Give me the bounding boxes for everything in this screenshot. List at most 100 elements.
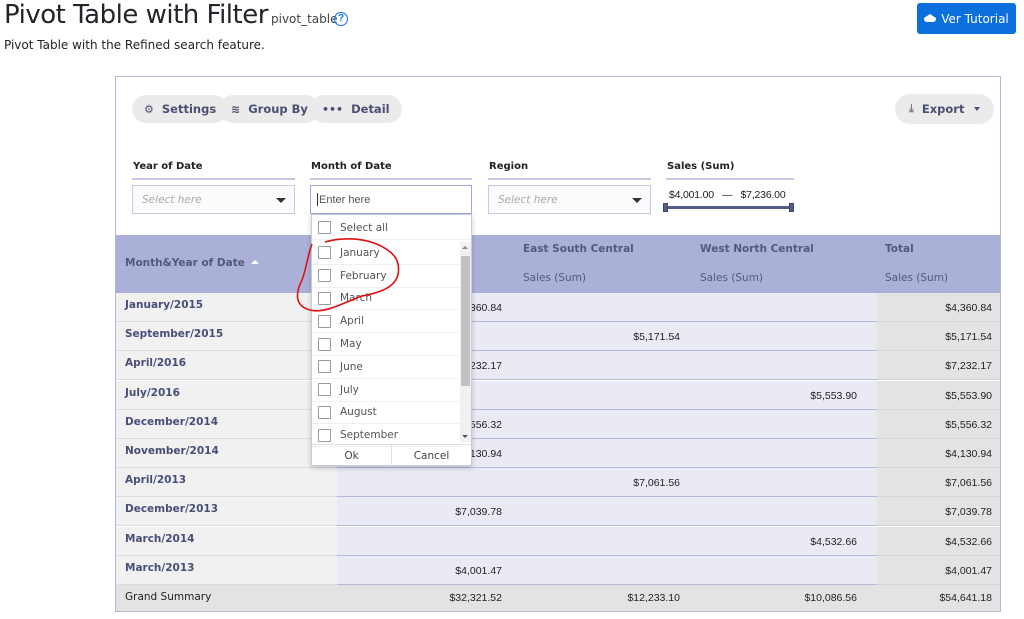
column-measure-east-south-central: Sales (Sum) bbox=[523, 272, 587, 284]
region-filter-placeholder: Select here bbox=[498, 193, 558, 206]
total-cell: $5,556.32 bbox=[877, 410, 1000, 439]
month-option-label: January bbox=[340, 246, 380, 259]
layers-icon: ≋ bbox=[231, 102, 241, 116]
month-option-label: September bbox=[340, 429, 399, 442]
total-cell: $5,553.90 bbox=[877, 381, 1000, 410]
detail-button[interactable]: ••• Detail bbox=[310, 95, 402, 123]
row-header-cell[interactable]: March/2013 bbox=[116, 556, 337, 585]
total-cell: $7,061.56 bbox=[877, 468, 1000, 497]
grand-summary-region-1: $32,321.52 bbox=[449, 592, 502, 604]
sales-range-separator: — bbox=[722, 189, 733, 201]
scrollbar-thumb[interactable] bbox=[461, 256, 470, 386]
month-option[interactable]: August bbox=[312, 402, 460, 425]
month-option-label: June bbox=[340, 360, 363, 373]
select-all-label: Select all bbox=[340, 221, 388, 234]
row-header-cell[interactable]: December/2013 bbox=[116, 497, 337, 526]
tutorial-button[interactable]: Ver Tutorial bbox=[917, 3, 1016, 34]
select-all-option[interactable]: Select all bbox=[312, 217, 471, 240]
sales-range-max: $7,236.00 bbox=[740, 189, 786, 201]
row-header-cell[interactable]: March/2014 bbox=[116, 527, 337, 556]
row-header-cell[interactable]: January/2015 bbox=[116, 293, 337, 322]
checkbox[interactable] bbox=[318, 246, 331, 260]
settings-button[interactable]: ⚙ Settings bbox=[132, 95, 229, 123]
settings-label: Settings bbox=[161, 102, 217, 116]
column-measure-west-north-central: Sales (Sum) bbox=[700, 272, 764, 284]
row-header-sort[interactable]: Month&Year of Date bbox=[125, 257, 259, 269]
gears-icon: ⚙ bbox=[144, 102, 154, 116]
text-cursor bbox=[317, 193, 318, 206]
row-header-cell[interactable]: April/2013 bbox=[116, 468, 337, 497]
month-option[interactable]: July bbox=[312, 379, 460, 402]
caret-down-icon bbox=[632, 198, 642, 203]
group-by-label: Group By bbox=[248, 102, 308, 116]
month-filter-dropdown: Select all January February March April May J… bbox=[311, 214, 472, 466]
month-option-label: April bbox=[340, 315, 364, 328]
month-option-label: July bbox=[340, 383, 359, 396]
export-label: Export bbox=[921, 102, 965, 116]
checkbox[interactable] bbox=[318, 405, 331, 419]
row-header-cell[interactable]: April/2016 bbox=[116, 351, 337, 380]
year-filter-select[interactable]: Select here bbox=[132, 185, 295, 214]
month-option[interactable]: June bbox=[312, 356, 460, 379]
data-cell: $4,532.66 bbox=[810, 536, 857, 548]
row-header-cell[interactable]: September/2015 bbox=[116, 322, 337, 351]
table-row: $4,001.47 bbox=[337, 556, 877, 585]
total-cell: $4,130.94 bbox=[877, 439, 1000, 468]
tutorial-button-label: Ver Tutorial bbox=[941, 11, 1009, 26]
month-option[interactable]: May bbox=[312, 333, 460, 356]
column-header-total[interactable]: Total bbox=[885, 243, 914, 255]
checkbox[interactable] bbox=[318, 428, 331, 442]
checkbox[interactable] bbox=[318, 269, 331, 283]
month-option-label: March bbox=[340, 292, 373, 305]
month-filter-placeholder: Enter here bbox=[319, 193, 371, 206]
grand-summary-east-south-central: $12,233.10 bbox=[627, 592, 680, 604]
sales-range-min-handle[interactable] bbox=[663, 203, 668, 212]
table-row: $7,061.56 bbox=[337, 468, 877, 497]
group-by-button[interactable]: ≋ Group By bbox=[219, 95, 320, 123]
scroll-down-icon[interactable] bbox=[462, 435, 468, 438]
question-circle-icon[interactable]: ? bbox=[334, 12, 348, 26]
checkbox[interactable] bbox=[318, 314, 331, 328]
month-option-label: February bbox=[340, 269, 387, 282]
data-cell: $7,061.56 bbox=[633, 477, 680, 489]
sales-range-min: $4,001.00 bbox=[669, 189, 714, 201]
scroll-up-icon[interactable] bbox=[462, 246, 468, 249]
page-subname: pivot_table bbox=[271, 12, 338, 26]
total-value: $5,171.54 bbox=[945, 331, 992, 343]
column-header-east-south-central[interactable]: East South Central bbox=[523, 243, 634, 255]
column-header-west-north-central[interactable]: West North Central bbox=[700, 243, 814, 255]
sales-range-max-handle[interactable] bbox=[789, 203, 794, 212]
region-filter-underline bbox=[488, 178, 651, 180]
month-filter-input[interactable]: Enter here bbox=[310, 185, 472, 214]
row-header-cell[interactable]: December/2014 bbox=[116, 410, 337, 439]
month-option[interactable]: February bbox=[312, 265, 460, 288]
download-icon: ⤓ bbox=[909, 102, 914, 115]
row-header-cell[interactable]: November/2014 bbox=[116, 439, 337, 468]
sales-range-slider[interactable] bbox=[666, 206, 792, 209]
checkbox[interactable] bbox=[318, 383, 331, 397]
month-option[interactable]: January bbox=[312, 242, 460, 265]
sales-filter-label: Sales (Sum) bbox=[667, 161, 735, 172]
total-cell: $4,001.47 bbox=[877, 556, 1000, 585]
checkbox[interactable] bbox=[318, 291, 331, 305]
year-filter-label: Year of Date bbox=[133, 161, 203, 172]
month-option[interactable]: April bbox=[312, 310, 460, 334]
checkbox[interactable] bbox=[318, 337, 331, 351]
year-filter-placeholder: Select here bbox=[142, 193, 202, 206]
cancel-button[interactable]: Cancel bbox=[391, 445, 471, 466]
total-value: $5,556.32 bbox=[945, 419, 992, 431]
ok-button[interactable]: Ok bbox=[312, 445, 391, 466]
export-button[interactable]: ⤓ Export bbox=[895, 94, 995, 124]
dropdown-scrollbar[interactable] bbox=[460, 242, 471, 442]
data-cell: $5,171.54 bbox=[633, 331, 680, 343]
region-filter-select[interactable]: Select here bbox=[488, 185, 651, 214]
checkbox-select-all[interactable] bbox=[318, 221, 331, 235]
table-row: $7,039.78 bbox=[337, 497, 877, 526]
month-option[interactable]: March bbox=[312, 288, 460, 311]
checkbox[interactable] bbox=[318, 360, 331, 374]
caret-down-icon bbox=[276, 198, 286, 203]
page-description: Pivot Table with the Refined search feat… bbox=[4, 38, 265, 52]
row-header-cell[interactable]: July/2016 bbox=[116, 381, 337, 410]
chevron-down-icon bbox=[974, 107, 981, 111]
grand-summary-row: Grand Summary $32,321.52 $12,233.10 $10,… bbox=[116, 585, 1000, 611]
